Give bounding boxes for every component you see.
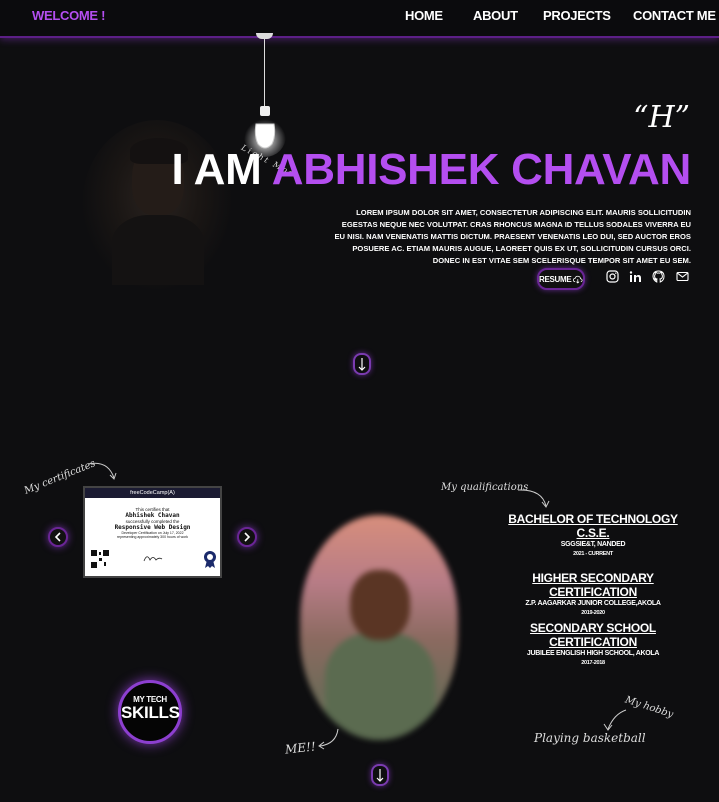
hero-title-name: ABHISHEK CHAVAN <box>271 145 692 194</box>
profile-photo <box>300 515 458 740</box>
qualification-years: 2017-2018 <box>581 660 605 666</box>
qualification-item: BACHELOR OF TECHNOLOGY C.S.E. SGGSIE&T, … <box>493 512 693 559</box>
chevron-right-icon <box>244 532 251 542</box>
lamp-cord[interactable] <box>264 38 265 106</box>
qualification-item: HIGHER SECONDARY CERTIFICATION Z.P. AAGA… <box>493 571 693 618</box>
qualification-school: Z.P. AAGARKAR JUNIOR COLLEGE,AKOLA <box>525 600 661 607</box>
nav-contact[interactable]: CONTACT ME <box>633 8 716 23</box>
hero-description: Lorem ipsum dolor sit amet, consectetur … <box>334 208 691 265</box>
qualification-years: 2019-2020 <box>581 610 605 616</box>
nav-projects[interactable]: PROJECTS <box>543 8 611 23</box>
certificate-recipient: Abhishek Chavan <box>125 512 180 519</box>
curved-arrow-icon <box>603 709 627 731</box>
qualification-item: SECONDARY SCHOOL CERTIFICATION JUBILEE E… <box>493 621 693 668</box>
nav-home[interactable]: HOME <box>405 8 443 23</box>
scroll-down-button[interactable] <box>371 764 389 786</box>
arrow-down-icon <box>358 357 366 371</box>
certificate-course: Responsive Web Design <box>114 524 191 531</box>
signature-icon <box>143 556 163 562</box>
qualification-years: 2021 - CURRENT <box>573 551 613 557</box>
hero-title: I AM ABHISHEK CHAVAN <box>171 144 691 196</box>
hobby-value: Playing basketball <box>534 731 646 745</box>
instagram-icon[interactable] <box>606 270 619 283</box>
hobby-label: My hobby <box>623 694 675 721</box>
qualification-school: JUBILEE ENGLISH HIGH SCHOOL, AKOLA <box>526 650 660 657</box>
cloud-download-icon <box>573 275 583 284</box>
qualification-school: SGGSIE&T, NANDED <box>560 541 626 548</box>
hero-quote: “H” <box>633 100 690 135</box>
curved-arrow-icon <box>87 462 117 480</box>
hero-title-prefix: I AM <box>171 145 262 194</box>
top-navbar: WELCOME ! HOME ABOUT PROJECTS CONTACT ME <box>0 0 719 38</box>
certificate-card[interactable]: freeCodeCamp(A) This certifies that Abhi… <box>83 486 222 578</box>
scroll-down-button[interactable] <box>353 353 371 375</box>
carousel-next-button[interactable] <box>237 527 257 547</box>
mail-icon[interactable] <box>676 270 689 283</box>
resume-button[interactable]: RESUME <box>537 268 585 290</box>
linkedin-icon[interactable] <box>629 270 642 283</box>
curved-arrow-icon <box>517 489 550 508</box>
chevron-left-icon <box>54 532 61 542</box>
resume-label: RESUME <box>539 274 572 284</box>
welcome-text: WELCOME ! <box>32 8 106 23</box>
nav-about[interactable]: ABOUT <box>473 8 518 23</box>
qualification-title: BACHELOR OF TECHNOLOGY C.S.E. <box>508 512 678 540</box>
qualification-title: HIGHER SECONDARY CERTIFICATION <box>532 571 654 599</box>
skills-line2: SKILLS <box>121 703 180 722</box>
qualification-title: SECONDARY SCHOOL CERTIFICATION <box>530 621 656 649</box>
arrow-down-icon <box>376 768 384 782</box>
qr-code-icon <box>91 550 109 568</box>
certificate-line: representing approximately 300 hours of … <box>116 535 188 539</box>
carousel-prev-button[interactable] <box>48 527 68 547</box>
curved-arrow-icon <box>318 728 339 750</box>
badge-icon <box>204 551 216 568</box>
certificate-header: freeCodeCamp(A) <box>85 488 220 498</box>
tech-skills-button[interactable]: MY TECH SKILLS <box>118 680 182 744</box>
me-label: ME!! <box>284 739 317 757</box>
github-icon[interactable] <box>652 270 665 283</box>
